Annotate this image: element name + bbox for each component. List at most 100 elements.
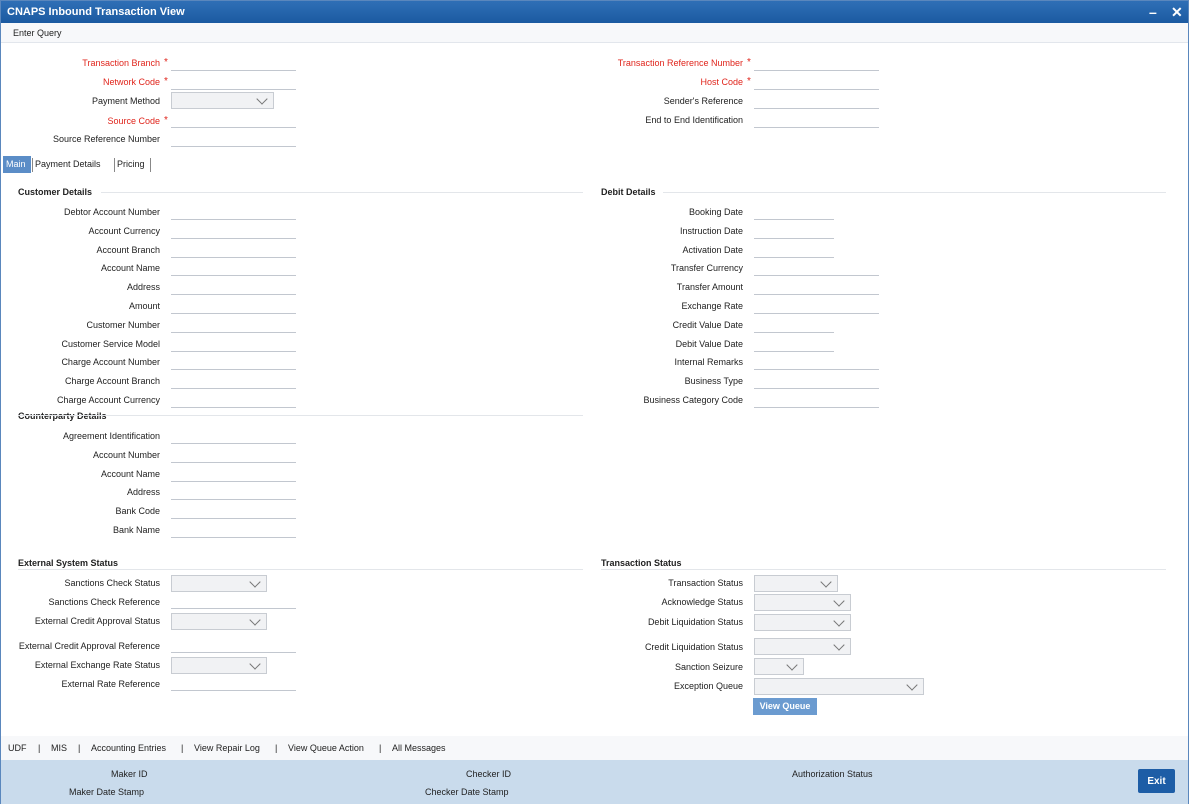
debtor-account-number-label: Debtor Account Number xyxy=(63,207,160,217)
chevron-down-icon xyxy=(249,658,261,670)
checker-date-stamp-label: Checker Date Stamp xyxy=(425,787,509,797)
account-number-input[interactable] xyxy=(171,448,296,463)
transfer-currency-label: Transfer Currency xyxy=(670,263,743,274)
account-number-label: Account Number xyxy=(92,449,160,460)
account-currency-label: Account Currency xyxy=(88,225,160,236)
transaction-status-heading: Transaction Status xyxy=(601,558,682,568)
credit-value-date-input[interactable] xyxy=(754,318,834,333)
maker-id-label: Maker ID xyxy=(111,769,148,779)
transaction-reference-number-label: Transaction Reference Number xyxy=(617,58,743,68)
view-repair-log-link[interactable]: View Repair Log xyxy=(194,743,260,753)
udf-link[interactable]: UDF xyxy=(8,743,27,753)
app-window: CNAPS Inbound Transaction View – ✕ Enter… xyxy=(0,0,1189,804)
required-marker: * xyxy=(164,115,168,126)
accounting-entries-link[interactable]: Accounting Entries xyxy=(91,743,166,753)
external-exchange-rate-status-select[interactable] xyxy=(171,657,267,674)
tab-payment-details[interactable]: Payment Details xyxy=(32,156,104,173)
account-name-label: Account Name xyxy=(100,468,160,479)
payment-method-select[interactable] xyxy=(171,92,274,109)
sanction-seizure-label: Sanction Seizure xyxy=(674,662,743,672)
debit-value-date-label: Debit Value Date xyxy=(675,338,743,349)
sanctions-check-status-label: Sanctions Check Status xyxy=(64,578,160,588)
tab-divider xyxy=(150,158,151,172)
transaction-reference-number-input[interactable] xyxy=(754,57,879,71)
bank-code-input[interactable] xyxy=(171,505,296,520)
chevron-down-icon xyxy=(833,595,845,607)
tab-pricing[interactable]: Pricing xyxy=(114,156,148,173)
enter-query-menu[interactable]: Enter Query xyxy=(13,28,62,38)
view-queue-button[interactable]: View Queue xyxy=(753,698,817,715)
tab-main[interactable]: Main xyxy=(3,156,31,173)
minimize-icon[interactable]: – xyxy=(1149,4,1157,20)
external-exchange-rate-status-label: External Exchange Rate Status xyxy=(34,660,160,670)
link-separator: | xyxy=(78,743,81,753)
instruction-date-input[interactable] xyxy=(754,224,834,239)
title-bar: CNAPS Inbound Transaction View – ✕ xyxy=(1,1,1188,23)
senders-reference-input[interactable] xyxy=(754,95,879,109)
account-name-input[interactable] xyxy=(171,467,296,482)
acknowledge-status-select[interactable] xyxy=(754,594,851,611)
chevron-down-icon xyxy=(249,614,261,626)
checker-id-label: Checker ID xyxy=(466,769,512,779)
transaction-status-select[interactable] xyxy=(754,575,838,592)
host-code-input[interactable] xyxy=(754,76,879,90)
menu-bar: Enter Query xyxy=(1,23,1188,43)
transaction-branch-input[interactable] xyxy=(171,57,296,71)
mis-link[interactable]: MIS xyxy=(51,743,67,753)
booking-date-input[interactable] xyxy=(754,206,834,220)
debit-liquidation-status-select[interactable] xyxy=(754,614,851,631)
debit-value-date-input[interactable] xyxy=(754,337,834,352)
internal-remarks-label: Internal Remarks xyxy=(674,357,743,368)
agreement-identification-input[interactable] xyxy=(171,430,296,444)
sanctions-check-reference-input[interactable] xyxy=(171,595,296,609)
debtor-account-number-input[interactable] xyxy=(171,206,296,220)
view-queue-action-link[interactable]: View Queue Action xyxy=(288,743,364,753)
source-reference-number-input[interactable] xyxy=(171,133,296,147)
section-divider xyxy=(101,192,583,193)
customer-number-input[interactable] xyxy=(171,318,296,333)
customer-service-model-input[interactable] xyxy=(171,337,296,352)
external-credit-approval-reference-label: External Credit Approval Reference xyxy=(18,641,160,651)
exit-button[interactable]: Exit xyxy=(1138,769,1175,793)
charge-account-number-input[interactable] xyxy=(171,356,296,371)
acknowledge-status-label: Acknowledge Status xyxy=(661,597,743,607)
end-to-end-identification-label: End to End Identification xyxy=(645,115,743,125)
external-credit-approval-status-select[interactable] xyxy=(171,613,267,630)
internal-remarks-input[interactable] xyxy=(754,356,879,371)
business-type-label: Business Type xyxy=(684,376,743,387)
end-to-end-identification-input[interactable] xyxy=(754,114,879,128)
source-reference-number-label: Source Reference Number xyxy=(52,134,160,144)
audit-footer: Maker ID Maker Date Stamp Checker ID Che… xyxy=(1,760,1188,804)
customer-number-label: Customer Number xyxy=(86,319,160,330)
credit-liquidation-status-select[interactable] xyxy=(754,638,851,655)
charge-account-currency-input[interactable] xyxy=(171,394,296,408)
amount-input[interactable] xyxy=(171,300,296,314)
close-icon[interactable]: ✕ xyxy=(1171,4,1183,21)
account-currency-input[interactable] xyxy=(171,224,296,239)
bank-name-input[interactable] xyxy=(171,524,296,538)
account-name-input[interactable] xyxy=(171,262,296,277)
exception-queue-select[interactable] xyxy=(754,678,924,695)
network-code-input[interactable] xyxy=(171,76,296,90)
charge-account-branch-input[interactable] xyxy=(171,375,296,390)
all-messages-link[interactable]: All Messages xyxy=(392,743,446,753)
chevron-down-icon xyxy=(249,576,261,588)
address-input[interactable] xyxy=(171,281,296,296)
business-type-input[interactable] xyxy=(754,375,879,390)
external-credit-approval-reference-input[interactable] xyxy=(171,639,296,653)
sanction-seizure-select[interactable] xyxy=(754,658,804,675)
senders-reference-label: Sender's Reference xyxy=(663,96,743,106)
address-input[interactable] xyxy=(171,486,296,501)
section-divider xyxy=(601,569,1166,570)
exchange-rate-input[interactable] xyxy=(754,300,879,314)
activation-date-input[interactable] xyxy=(754,243,834,258)
transfer-currency-input[interactable] xyxy=(754,262,879,277)
host-code-label: Host Code xyxy=(700,77,743,87)
external-rate-reference-input[interactable] xyxy=(171,677,296,691)
business-category-code-input[interactable] xyxy=(754,394,879,408)
sanctions-check-status-select[interactable] xyxy=(171,575,267,592)
account-branch-input[interactable] xyxy=(171,243,296,258)
transfer-amount-input[interactable] xyxy=(754,281,879,296)
source-code-input[interactable] xyxy=(171,114,296,128)
charge-account-branch-label: Charge Account Branch xyxy=(64,376,160,387)
